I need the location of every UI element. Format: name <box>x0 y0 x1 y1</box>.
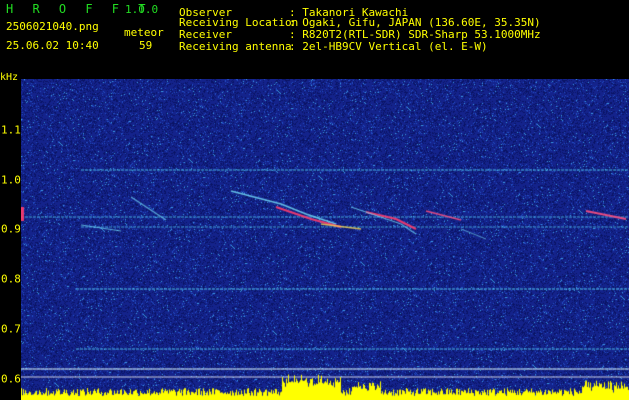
antenna-label: Receiving antenna <box>179 40 292 53</box>
spectrogram-area <box>21 79 629 400</box>
meteor-label: meteor <box>124 26 164 39</box>
spectrogram-canvas <box>21 79 629 400</box>
header-panel: H R O F F T 1.0.0 2506021040.png 25.06.0… <box>0 0 629 78</box>
meteor-count: 59 <box>139 39 153 52</box>
antenna-value: : 2el-HB9CV Vertical (el. E-W) <box>289 40 488 53</box>
y-tick-1-0: 1.0 <box>1 173 21 187</box>
y-axis-unit: kHz <box>0 72 19 83</box>
app-version: 1.0.0 <box>125 3 159 16</box>
y-tick-0-7: 0.7 <box>1 322 21 336</box>
y-tick-1-1: 1.1 <box>1 123 21 137</box>
y-tick-0-6: 0.6 <box>1 372 21 386</box>
y-tick-0-8: 0.8 <box>1 272 21 286</box>
file-name: 2506021040.png <box>6 20 99 33</box>
y-tick-0-9: 0.9 <box>1 222 21 236</box>
capture-datetime: 25.06.02 10:40 <box>6 39 99 52</box>
